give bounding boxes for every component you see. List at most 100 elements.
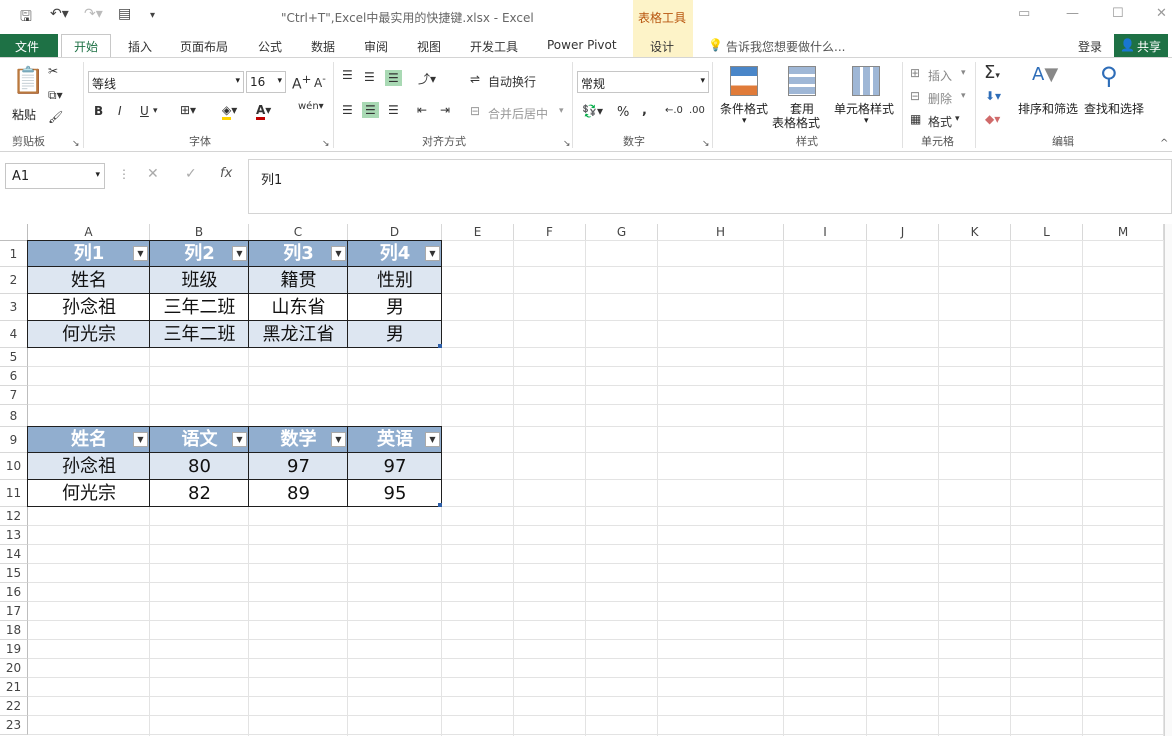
- italic-button[interactable]: I: [118, 104, 122, 118]
- column-header[interactable]: I: [784, 224, 867, 241]
- row-header[interactable]: 9: [0, 427, 28, 453]
- filter-dropdown-icon[interactable]: ▼: [133, 432, 148, 447]
- table1-cell[interactable]: 三年二班: [150, 294, 249, 321]
- table1-cell[interactable]: 男: [348, 321, 442, 348]
- underline-button[interactable]: U: [140, 104, 149, 118]
- row-header[interactable]: 17: [0, 602, 28, 621]
- table1-cell[interactable]: 何光宗: [28, 321, 150, 348]
- table1-header-cell[interactable]: 列1: [28, 241, 150, 267]
- maximize-icon[interactable]: ☐: [1112, 6, 1124, 21]
- font-color-icon[interactable]: A▾: [256, 103, 271, 120]
- insert-function-icon[interactable]: fx: [220, 166, 232, 181]
- tell-me-box[interactable]: 告诉我您想要做什么...: [726, 38, 845, 55]
- row-header[interactable]: 1: [0, 241, 28, 267]
- table2-cell[interactable]: 孙念祖: [28, 453, 150, 480]
- row-header[interactable]: 10: [0, 453, 28, 480]
- table1-cell[interactable]: 班级: [150, 267, 249, 294]
- phonetic-icon[interactable]: wén▾: [298, 101, 324, 112]
- row-header[interactable]: 7: [0, 386, 28, 405]
- increase-decimal-icon[interactable]: ←.0: [665, 105, 683, 116]
- worksheet-grid[interactable]: ABCDEFGHIJKLM 1 2 3 4 5 6 7 8 9 10 11 12 13 14 15 16 17 1…: [0, 224, 1172, 736]
- table1-cell[interactable]: 山东省: [249, 294, 348, 321]
- column-header[interactable]: G: [586, 224, 658, 241]
- format-cells-button[interactable]: 格式: [928, 113, 952, 130]
- wrap-text-icon[interactable]: ⇌: [470, 72, 480, 86]
- column-header[interactable]: D: [348, 224, 442, 241]
- align-middle-icon[interactable]: ☰: [364, 70, 375, 84]
- chevron-down-icon[interactable]: ▾: [559, 106, 564, 116]
- row-header[interactable]: 22: [0, 697, 28, 716]
- bold-button[interactable]: B: [94, 104, 103, 118]
- tab-formulas[interactable]: 公式: [258, 38, 282, 55]
- row-header[interactable]: 4: [0, 321, 28, 348]
- column-header[interactable]: K: [939, 224, 1011, 241]
- filter-dropdown-icon[interactable]: ▼: [232, 246, 247, 261]
- row-header[interactable]: 23: [0, 716, 28, 735]
- save-icon[interactable]: 🖫: [20, 6, 32, 30]
- formula-input[interactable]: 列1: [248, 159, 1172, 214]
- table1-cell[interactable]: 姓名: [28, 267, 150, 294]
- row-header[interactable]: 2: [0, 267, 28, 294]
- dialog-launcher-icon[interactable]: ↘: [72, 139, 80, 149]
- number-format-box[interactable]: 常规 ▾: [577, 71, 709, 93]
- row-header[interactable]: 18: [0, 621, 28, 640]
- dialog-launcher-icon[interactable]: ↘: [702, 139, 710, 149]
- tab-insert[interactable]: 插入: [128, 38, 152, 55]
- column-header[interactable]: B: [150, 224, 249, 241]
- table2-cell[interactable]: 95: [348, 480, 442, 507]
- percent-button[interactable]: %: [617, 105, 629, 120]
- column-header[interactable]: C: [249, 224, 348, 241]
- login-link[interactable]: 登录: [1078, 38, 1102, 55]
- fill-color-icon[interactable]: ◈▾: [222, 103, 237, 120]
- filter-dropdown-icon[interactable]: ▼: [331, 432, 346, 447]
- copy-icon[interactable]: ⧉▾: [48, 88, 63, 103]
- vertical-scrollbar[interactable]: [1164, 224, 1172, 736]
- row-header[interactable]: 11: [0, 480, 28, 507]
- column-header[interactable]: J: [867, 224, 939, 241]
- table-resize-handle[interactable]: [438, 344, 442, 348]
- currency-icon[interactable]: 💱▾: [582, 104, 603, 118]
- table2-cell[interactable]: 何光宗: [28, 480, 150, 507]
- dialog-launcher-icon[interactable]: ↘: [322, 139, 330, 149]
- table2-cell[interactable]: 80: [150, 453, 249, 480]
- tab-page-layout[interactable]: 页面布局: [180, 38, 228, 55]
- tab-developer[interactable]: 开发工具: [470, 38, 518, 55]
- align-bottom-icon[interactable]: ☰: [385, 70, 402, 86]
- enter-icon[interactable]: ✓: [185, 166, 197, 182]
- tab-file[interactable]: 文件: [0, 34, 58, 58]
- decrease-indent-icon[interactable]: ⇤: [417, 103, 427, 117]
- chevron-down-icon[interactable]: ▾: [153, 106, 158, 116]
- delete-cells-button[interactable]: 删除: [928, 90, 952, 107]
- format-as-table-button[interactable]: 套用 表格格式: [772, 64, 832, 130]
- table1-cell[interactable]: 男: [348, 294, 442, 321]
- form-icon[interactable]: ▤: [118, 6, 131, 22]
- table1-cell[interactable]: 三年二班: [150, 321, 249, 348]
- customize-qat-icon[interactable]: ▾: [150, 10, 155, 21]
- cancel-icon[interactable]: ✕: [147, 166, 159, 182]
- tab-power-pivot[interactable]: Power Pivot: [547, 38, 617, 52]
- filter-dropdown-icon[interactable]: ▼: [425, 432, 440, 447]
- collapse-ribbon-icon[interactable]: ^: [1160, 138, 1168, 149]
- row-header[interactable]: 6: [0, 367, 28, 386]
- redo-icon[interactable]: ↷▾: [84, 6, 103, 22]
- name-box[interactable]: A1 ▾: [5, 163, 105, 189]
- find-select-button[interactable]: ⚲ 查找和选择: [1084, 62, 1148, 128]
- tab-data[interactable]: 数据: [311, 38, 335, 55]
- delete-cells-icon[interactable]: ⊟: [910, 89, 920, 103]
- font-name-box[interactable]: 等线 ▾: [88, 71, 244, 93]
- comma-button[interactable]: ,: [642, 103, 647, 118]
- row-header[interactable]: 16: [0, 583, 28, 602]
- close-icon[interactable]: ✕: [1156, 6, 1167, 21]
- minimize-icon[interactable]: —: [1066, 6, 1079, 21]
- chevron-down-icon[interactable]: ▾: [955, 114, 960, 124]
- row-header[interactable]: 14: [0, 545, 28, 564]
- tab-design[interactable]: 设计: [650, 38, 674, 55]
- ribbon-display-icon[interactable]: ▭: [1018, 6, 1030, 21]
- filter-dropdown-icon[interactable]: ▼: [133, 246, 148, 261]
- table1-cell[interactable]: 黑龙江省: [249, 321, 348, 348]
- format-cells-icon[interactable]: ▦: [910, 112, 921, 126]
- align-top-icon[interactable]: ☰: [342, 68, 353, 82]
- row-header[interactable]: 15: [0, 564, 28, 583]
- column-header[interactable]: H: [658, 224, 784, 241]
- paste-button[interactable]: 📋 粘贴: [8, 66, 44, 122]
